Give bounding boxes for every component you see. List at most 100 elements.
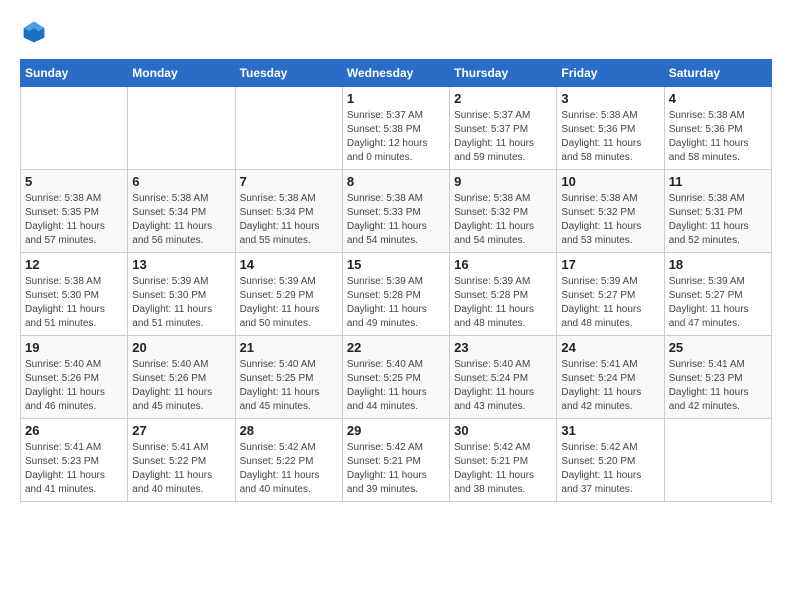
day-info: Sunrise: 5:42 AMSunset: 5:21 PMDaylight:… — [454, 441, 552, 497]
logo — [20, 20, 46, 49]
day-number: 26 — [25, 423, 123, 438]
day-info: Sunrise: 5:42 AMSunset: 5:21 PMDaylight:… — [347, 441, 445, 497]
logo-icon — [22, 20, 46, 44]
day-info: Sunrise: 5:41 AMSunset: 5:24 PMDaylight:… — [561, 358, 659, 414]
day-number: 27 — [132, 423, 230, 438]
calendar-table: SundayMondayTuesdayWednesdayThursdayFrid… — [20, 59, 772, 502]
day-info: Sunrise: 5:41 AMSunset: 5:23 PMDaylight:… — [669, 358, 767, 414]
day-number: 10 — [561, 174, 659, 189]
day-info: Sunrise: 5:39 AMSunset: 5:29 PMDaylight:… — [240, 275, 338, 331]
day-info: Sunrise: 5:40 AMSunset: 5:24 PMDaylight:… — [454, 358, 552, 414]
calendar-cell — [235, 87, 342, 170]
day-info: Sunrise: 5:40 AMSunset: 5:25 PMDaylight:… — [347, 358, 445, 414]
calendar-cell: 3 Sunrise: 5:38 AMSunset: 5:36 PMDaylight… — [557, 87, 664, 170]
page-header — [20, 20, 772, 49]
day-number: 30 — [454, 423, 552, 438]
day-info: Sunrise: 5:39 AMSunset: 5:27 PMDaylight:… — [561, 275, 659, 331]
calendar-cell: 27 Sunrise: 5:41 AMSunset: 5:22 PMDayligh… — [128, 419, 235, 502]
day-info: Sunrise: 5:39 AMSunset: 5:27 PMDaylight:… — [669, 275, 767, 331]
calendar-week-5: 26Sunrise: 5:41 AMSunset: 5:23 PMDayligh… — [21, 419, 772, 502]
weekday-header-saturday: Saturday — [664, 60, 771, 87]
calendar-cell: 19 Sunrise: 5:40 AMSunset: 5:26 PMDayligh… — [21, 336, 128, 419]
day-info: Sunrise: 5:41 AMSunset: 5:22 PMDaylight:… — [132, 441, 230, 497]
calendar-cell: 21Sunrise: 5:40 AMSunset: 5:25 PMDayligh… — [235, 336, 342, 419]
day-info: Sunrise: 5:38 AMSunset: 5:31 PMDaylight:… — [669, 192, 767, 248]
day-number: 1 — [347, 91, 445, 106]
calendar-cell: 12 Sunrise: 5:38 AMSunset: 5:30 PMDayligh… — [21, 253, 128, 336]
calendar-header-row: SundayMondayTuesdayWednesdayThursdayFrid… — [21, 60, 772, 87]
day-number: 14 — [240, 257, 338, 272]
calendar-cell: 30 Sunrise: 5:42 AMSunset: 5:21 PMDayligh… — [450, 419, 557, 502]
day-number: 28 — [240, 423, 338, 438]
calendar-cell: 31 Sunrise: 5:42 AMSunset: 5:20 PMDayligh… — [557, 419, 664, 502]
day-number: 15 — [347, 257, 445, 272]
day-info: Sunrise: 5:40 AMSunset: 5:26 PMDaylight:… — [25, 358, 123, 414]
day-number: 31 — [561, 423, 659, 438]
day-number: 11 — [669, 174, 767, 189]
calendar-cell: 20 Sunrise: 5:40 AMSunset: 5:26 PMDayligh… — [128, 336, 235, 419]
day-number: 13 — [132, 257, 230, 272]
calendar-cell: 22 Sunrise: 5:40 AMSunset: 5:25 PMDayligh… — [342, 336, 449, 419]
calendar-cell: 9 Sunrise: 5:38 AMSunset: 5:32 PMDaylight… — [450, 170, 557, 253]
calendar-cell: 7 Sunrise: 5:38 AMSunset: 5:34 PMDaylight… — [235, 170, 342, 253]
day-number: 12 — [25, 257, 123, 272]
day-number: 20 — [132, 340, 230, 355]
calendar-cell: 1 Sunrise: 5:37 AMSunset: 5:38 PMDaylight… — [342, 87, 449, 170]
day-number: 2 — [454, 91, 552, 106]
calendar-cell: 6Sunrise: 5:38 AMSunset: 5:34 PMDaylight… — [128, 170, 235, 253]
day-info: Sunrise: 5:38 AMSunset: 5:32 PMDaylight:… — [454, 192, 552, 248]
day-info: Sunrise: 5:38 AMSunset: 5:30 PMDaylight:… — [25, 275, 123, 331]
day-number: 3 — [561, 91, 659, 106]
day-number: 29 — [347, 423, 445, 438]
day-info: Sunrise: 5:38 AMSunset: 5:32 PMDaylight:… — [561, 192, 659, 248]
day-info: Sunrise: 5:39 AMSunset: 5:28 PMDaylight:… — [347, 275, 445, 331]
day-number: 23 — [454, 340, 552, 355]
calendar-cell: 26Sunrise: 5:41 AMSunset: 5:23 PMDayligh… — [21, 419, 128, 502]
day-info: Sunrise: 5:38 AMSunset: 5:34 PMDaylight:… — [132, 192, 230, 248]
calendar-cell: 10 Sunrise: 5:38 AMSunset: 5:32 PMDayligh… — [557, 170, 664, 253]
day-number: 4 — [669, 91, 767, 106]
day-info: Sunrise: 5:38 AMSunset: 5:36 PMDaylight:… — [561, 109, 659, 165]
day-info: Sunrise: 5:37 AMSunset: 5:38 PMDaylight:… — [347, 109, 445, 165]
weekday-header-wednesday: Wednesday — [342, 60, 449, 87]
calendar-cell: 28 Sunrise: 5:42 AMSunset: 5:22 PMDayligh… — [235, 419, 342, 502]
calendar-cell: 25Sunrise: 5:41 AMSunset: 5:23 PMDayligh… — [664, 336, 771, 419]
calendar-cell — [128, 87, 235, 170]
day-number: 22 — [347, 340, 445, 355]
calendar-cell: 5 Sunrise: 5:38 AMSunset: 5:35 PMDaylight… — [21, 170, 128, 253]
day-number: 5 — [25, 174, 123, 189]
weekday-header-tuesday: Tuesday — [235, 60, 342, 87]
weekday-header-sunday: Sunday — [21, 60, 128, 87]
calendar-cell — [664, 419, 771, 502]
day-number: 9 — [454, 174, 552, 189]
day-number: 16 — [454, 257, 552, 272]
day-number: 19 — [25, 340, 123, 355]
calendar-cell: 15 Sunrise: 5:39 AMSunset: 5:28 PMDayligh… — [342, 253, 449, 336]
day-info: Sunrise: 5:38 AMSunset: 5:33 PMDaylight:… — [347, 192, 445, 248]
day-info: Sunrise: 5:42 AMSunset: 5:22 PMDaylight:… — [240, 441, 338, 497]
day-info: Sunrise: 5:40 AMSunset: 5:25 PMDaylight:… — [240, 358, 338, 414]
day-info: Sunrise: 5:37 AMSunset: 5:37 PMDaylight:… — [454, 109, 552, 165]
calendar-cell — [21, 87, 128, 170]
calendar-week-4: 19 Sunrise: 5:40 AMSunset: 5:26 PMDayligh… — [21, 336, 772, 419]
calendar-cell: 14 Sunrise: 5:39 AMSunset: 5:29 PMDayligh… — [235, 253, 342, 336]
day-info: Sunrise: 5:39 AMSunset: 5:28 PMDaylight:… — [454, 275, 552, 331]
calendar-week-1: 1 Sunrise: 5:37 AMSunset: 5:38 PMDaylight… — [21, 87, 772, 170]
day-info: Sunrise: 5:38 AMSunset: 5:35 PMDaylight:… — [25, 192, 123, 248]
day-info: Sunrise: 5:38 AMSunset: 5:36 PMDaylight:… — [669, 109, 767, 165]
weekday-header-monday: Monday — [128, 60, 235, 87]
calendar-cell: 8 Sunrise: 5:38 AMSunset: 5:33 PMDaylight… — [342, 170, 449, 253]
calendar-week-2: 5 Sunrise: 5:38 AMSunset: 5:35 PMDaylight… — [21, 170, 772, 253]
day-info: Sunrise: 5:40 AMSunset: 5:26 PMDaylight:… — [132, 358, 230, 414]
day-number: 7 — [240, 174, 338, 189]
day-info: Sunrise: 5:38 AMSunset: 5:34 PMDaylight:… — [240, 192, 338, 248]
day-number: 8 — [347, 174, 445, 189]
calendar-cell: 13Sunrise: 5:39 AMSunset: 5:30 PMDayligh… — [128, 253, 235, 336]
calendar-cell: 11 Sunrise: 5:38 AMSunset: 5:31 PMDayligh… — [664, 170, 771, 253]
calendar-cell: 2 Sunrise: 5:37 AMSunset: 5:37 PMDaylight… — [450, 87, 557, 170]
calendar-cell: 16 Sunrise: 5:39 AMSunset: 5:28 PMDayligh… — [450, 253, 557, 336]
day-number: 24 — [561, 340, 659, 355]
day-number: 17 — [561, 257, 659, 272]
day-info: Sunrise: 5:42 AMSunset: 5:20 PMDaylight:… — [561, 441, 659, 497]
weekday-header-friday: Friday — [557, 60, 664, 87]
